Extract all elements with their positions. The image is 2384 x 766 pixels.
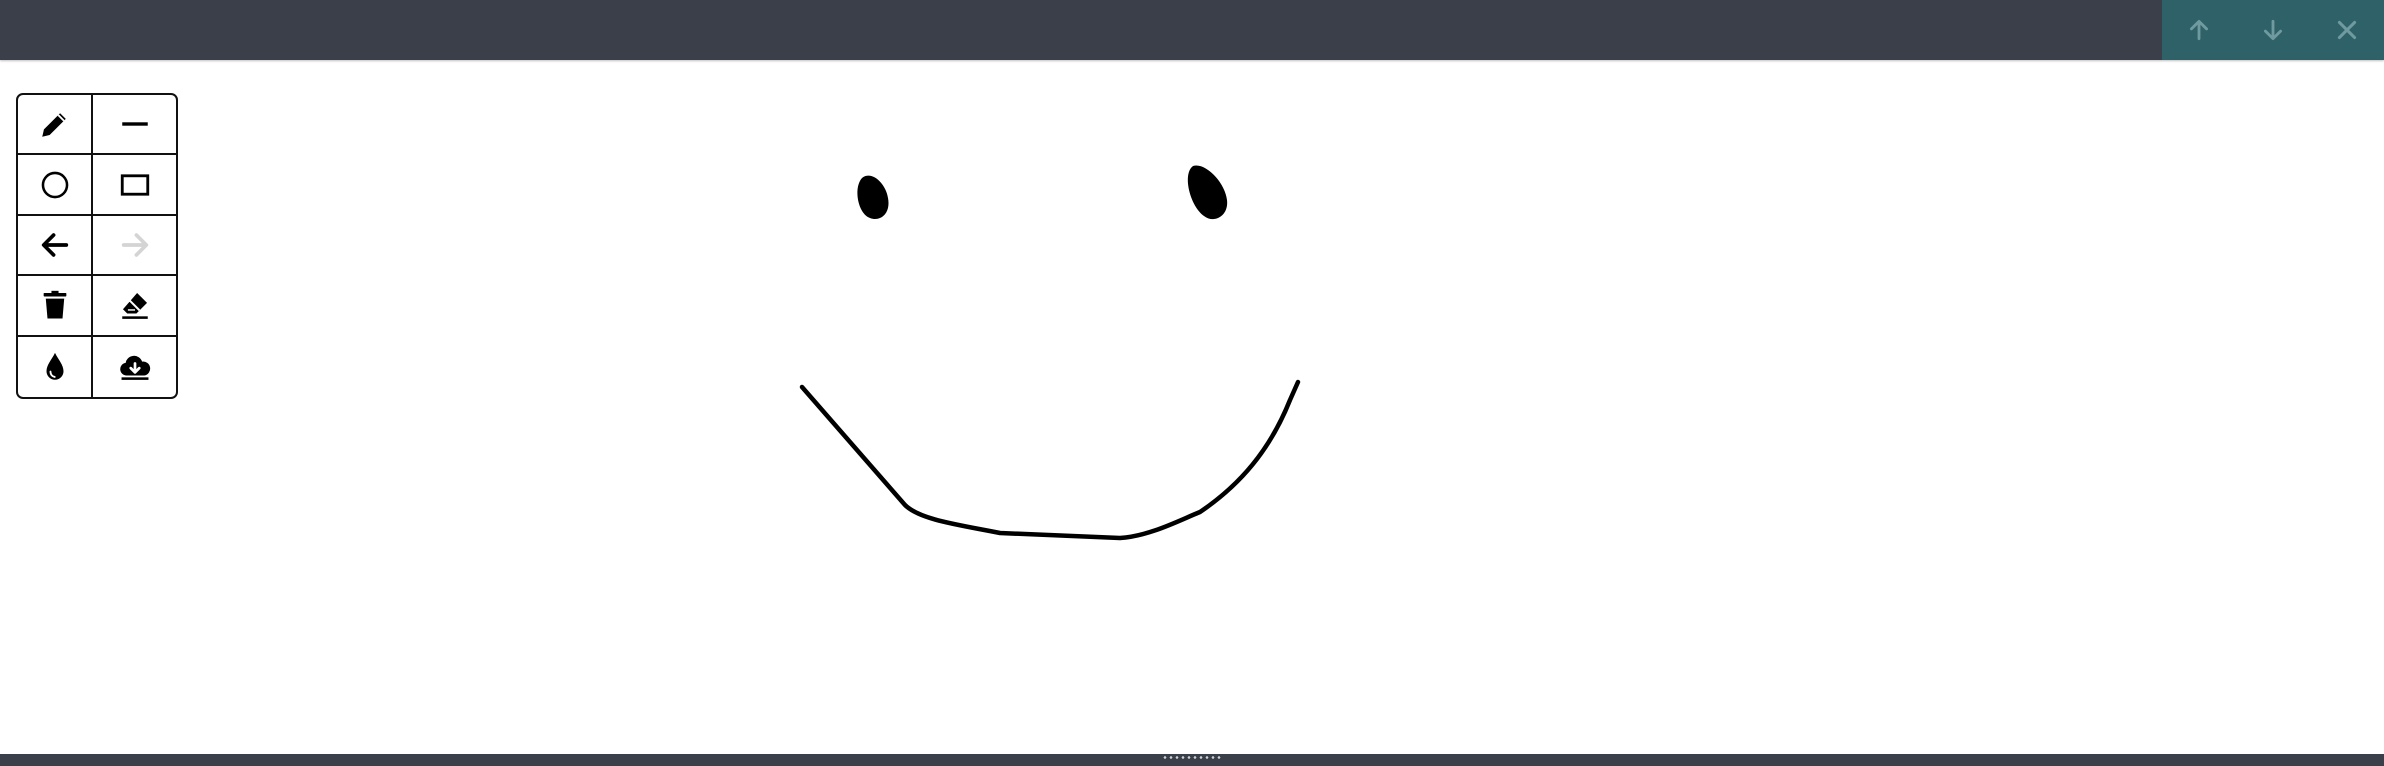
rectangle-icon xyxy=(120,173,149,196)
redo-button[interactable] xyxy=(93,216,176,277)
top-bar xyxy=(0,0,2384,60)
close-button[interactable] xyxy=(2325,8,2369,52)
eraser-tool-button[interactable] xyxy=(93,276,176,337)
undo-icon xyxy=(41,233,68,257)
ink-drop-icon xyxy=(46,352,63,380)
drawing-toolbox xyxy=(16,93,178,399)
circle-icon xyxy=(41,171,68,198)
close-icon xyxy=(2337,20,2357,40)
left-eye-stroke xyxy=(857,175,889,220)
arrow-up-icon xyxy=(2190,19,2208,41)
eraser-icon xyxy=(121,293,148,320)
drawing-canvas[interactable] xyxy=(0,60,2384,754)
circle-tool-button[interactable] xyxy=(18,155,93,216)
color-picker-button[interactable] xyxy=(18,336,93,397)
undo-button[interactable] xyxy=(18,215,93,277)
cloud-download-icon xyxy=(119,355,150,380)
redo-icon xyxy=(121,233,148,257)
clear-canvas-button[interactable] xyxy=(18,276,93,337)
pencil-tool-button[interactable] xyxy=(18,95,93,156)
line-tool-button[interactable] xyxy=(93,95,176,156)
rectangle-tool-button[interactable] xyxy=(93,155,176,216)
smile-stroke xyxy=(799,379,1301,541)
next-button[interactable] xyxy=(2251,8,2295,52)
drawing-surface xyxy=(799,165,1301,541)
previous-button[interactable] xyxy=(2177,8,2221,52)
line-icon xyxy=(121,122,148,126)
save-download-button[interactable] xyxy=(93,337,176,397)
trash-icon xyxy=(43,291,66,319)
navigation-controls xyxy=(2162,0,2384,60)
pencil-icon xyxy=(41,113,66,137)
arrow-down-icon xyxy=(2264,19,2282,41)
bottom-bar xyxy=(0,754,2384,766)
resize-grip-icon[interactable] xyxy=(1162,755,1222,761)
right-eye-stroke xyxy=(1187,165,1228,220)
